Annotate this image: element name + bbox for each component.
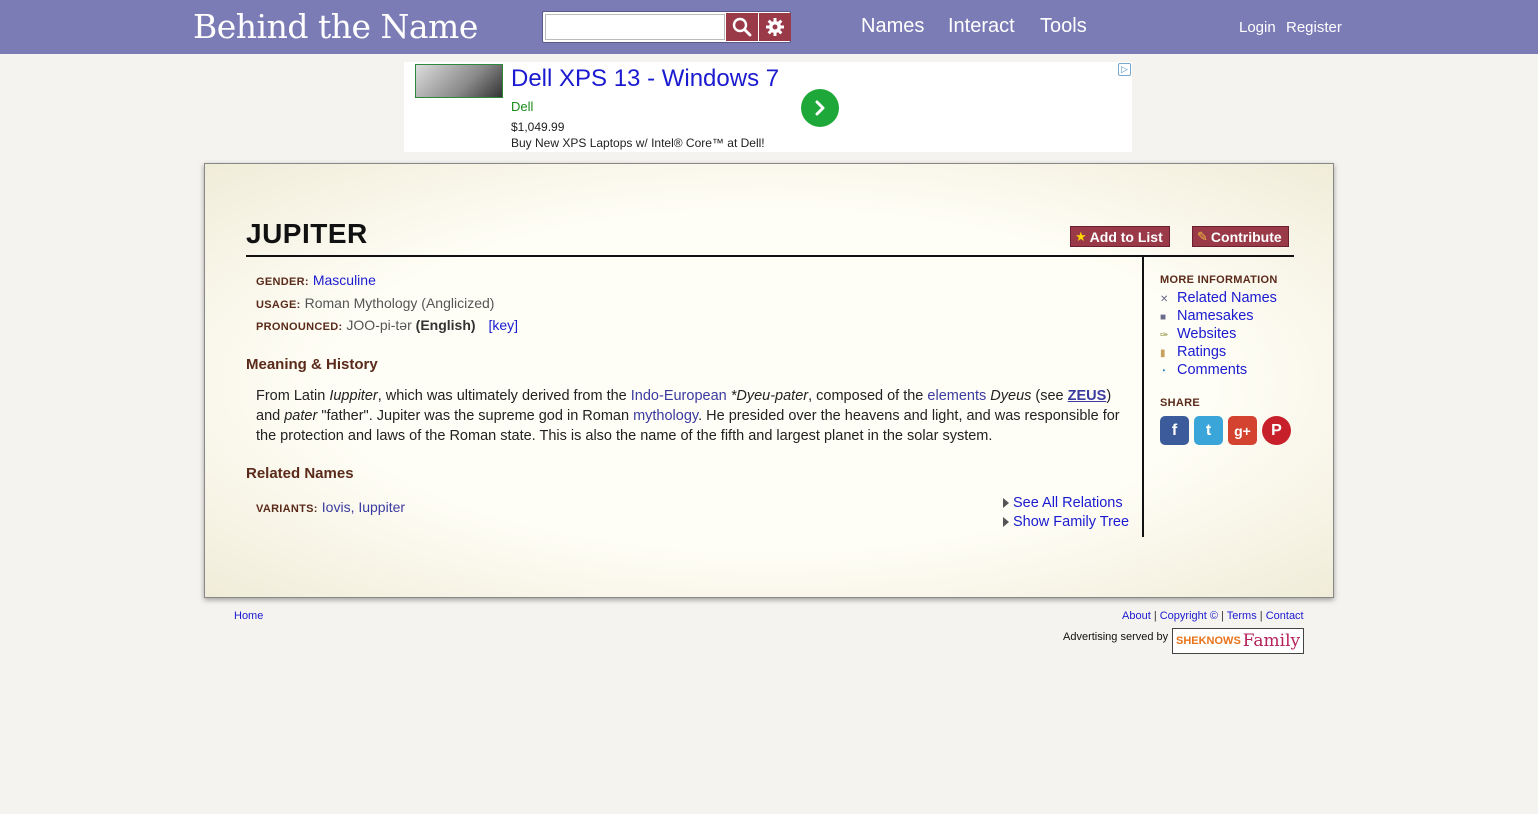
facebook-share-icon[interactable]: f xyxy=(1160,416,1189,445)
adchoices-icon[interactable]: ▷ xyxy=(1118,63,1131,76)
nav-tools[interactable]: Tools xyxy=(1040,15,1087,38)
name-entry-card: JUPITER ★ Add to List ✎ Contribute GENDE… xyxy=(204,163,1334,598)
add-to-list-button[interactable]: ★ Add to List xyxy=(1070,226,1170,247)
sidebar-comments[interactable]: ◔ Comments xyxy=(1160,362,1247,378)
ad-laptop-image[interactable] xyxy=(415,64,503,98)
comment-bubble-icon: ◔ xyxy=(1160,366,1167,377)
triangle-right-icon xyxy=(1003,517,1009,528)
variants-links[interactable]: Iovis, Iuppiter xyxy=(322,499,405,515)
pinterest-share-icon[interactable]: P xyxy=(1262,416,1291,445)
variants-label: VARIANTS: xyxy=(256,503,318,515)
top-navigation-bar: Behind the Name Names Interact Tools Log… xyxy=(0,0,1538,54)
title-divider xyxy=(246,255,1294,257)
mythology-link[interactable]: mythology xyxy=(633,408,698,424)
site-logo[interactable]: Behind the Name xyxy=(193,7,478,47)
pronounced-row: PRONOUNCED: JOO-pi-tər (English) [key] xyxy=(256,317,518,333)
advertising-served-by-text: Advertising served by xyxy=(1063,631,1169,643)
contribute-label: Contribute xyxy=(1210,228,1282,245)
elements-link[interactable]: elements xyxy=(927,388,986,404)
related-names-icon: ✕ xyxy=(1160,294,1169,305)
pronunciation-value: JOO-pi-tər xyxy=(346,317,412,333)
sidebar-ratings[interactable]: ▮ Ratings xyxy=(1160,344,1226,360)
indo-european-link[interactable]: Indo-European xyxy=(631,388,727,404)
footer-links: About | Copyright © | Terms | Contact xyxy=(1122,610,1304,622)
related-names-heading: Related Names xyxy=(246,465,354,482)
share-label: SHARE xyxy=(1160,397,1201,409)
sidebar-websites[interactable]: ✑ Websites xyxy=(1160,326,1236,342)
nav-names[interactable]: Names xyxy=(861,15,924,38)
websites-icon: ✑ xyxy=(1160,330,1169,341)
triangle-right-icon xyxy=(1003,498,1009,509)
ad-description: Buy New XPS Laptops w/ Intel® Core™ at D… xyxy=(511,136,765,150)
nav-interact[interactable]: Interact xyxy=(948,15,1015,38)
advertisement-banner[interactable]: Dell XPS 13 - Windows 7 Dell $1,049.99 B… xyxy=(404,62,1132,152)
sheknows-family-logo[interactable]: SHEKNOWS Family xyxy=(1172,628,1304,654)
search-button[interactable] xyxy=(726,13,758,41)
see-all-relations-link[interactable]: See All Relations xyxy=(1003,495,1123,511)
meaning-text: From Latin Iuppiter, which was ultimatel… xyxy=(256,388,1120,444)
gender-link[interactable]: Masculine xyxy=(313,272,376,288)
usage-value: Roman Mythology (Anglicized) xyxy=(304,295,495,311)
footer-about-link[interactable]: About xyxy=(1122,610,1151,622)
gender-row: GENDER: Masculine xyxy=(256,272,376,288)
search-icon xyxy=(732,17,752,37)
login-link[interactable]: Login xyxy=(1239,19,1276,36)
search-settings-button[interactable] xyxy=(759,13,791,41)
sidebar-divider xyxy=(1142,255,1144,537)
thumbs-up-icon: ▮ xyxy=(1160,348,1166,359)
ad-brand[interactable]: Dell xyxy=(511,99,533,114)
pronunciation-language: (English) xyxy=(415,317,476,333)
usage-row: USAGE: Roman Mythology (Anglicized) xyxy=(256,295,494,311)
sidebar-related-names[interactable]: ✕ Related Names xyxy=(1160,290,1277,306)
footer-home-link[interactable]: Home xyxy=(234,610,263,622)
footer-copyright-link[interactable]: Copyright © xyxy=(1160,610,1218,622)
pronunciation-key-link[interactable]: [key] xyxy=(488,317,518,333)
more-information-label: MORE INFORMATION xyxy=(1160,274,1278,286)
show-family-tree-link[interactable]: Show Family Tree xyxy=(1003,514,1129,530)
star-icon: ★ xyxy=(1075,228,1087,244)
page-title: JUPITER xyxy=(246,218,368,249)
chevron-right-icon xyxy=(815,100,825,116)
ad-go-button[interactable] xyxy=(801,89,839,127)
variants-row: VARIANTS: Iovis, Iuppiter xyxy=(256,499,405,515)
meaning-heading: Meaning & History xyxy=(246,356,378,373)
pencil-icon: ✎ xyxy=(1197,228,1208,244)
usage-label: USAGE: xyxy=(256,299,301,311)
pronounced-label: PRONOUNCED: xyxy=(256,321,343,333)
ad-title[interactable]: Dell XPS 13 - Windows 7 xyxy=(511,65,779,93)
add-to-list-label: Add to List xyxy=(1089,228,1163,245)
footer-contact-link[interactable]: Contact xyxy=(1266,610,1304,622)
google-plus-share-icon[interactable]: g+ xyxy=(1228,416,1257,445)
search-input[interactable] xyxy=(545,14,725,40)
sidebar-namesakes[interactable]: ■ Namesakes xyxy=(1160,308,1254,324)
zeus-link[interactable]: ZEUS xyxy=(1068,388,1107,404)
register-link[interactable]: Register xyxy=(1286,19,1342,36)
contribute-button[interactable]: ✎ Contribute xyxy=(1192,226,1289,247)
namesakes-icon: ■ xyxy=(1160,312,1167,323)
twitter-share-icon[interactable]: t xyxy=(1194,416,1223,445)
ad-price: $1,049.99 xyxy=(511,120,565,134)
footer-terms-link[interactable]: Terms xyxy=(1227,610,1257,622)
gear-icon xyxy=(766,18,784,36)
search-box xyxy=(542,11,791,43)
gender-label: GENDER: xyxy=(256,276,309,288)
